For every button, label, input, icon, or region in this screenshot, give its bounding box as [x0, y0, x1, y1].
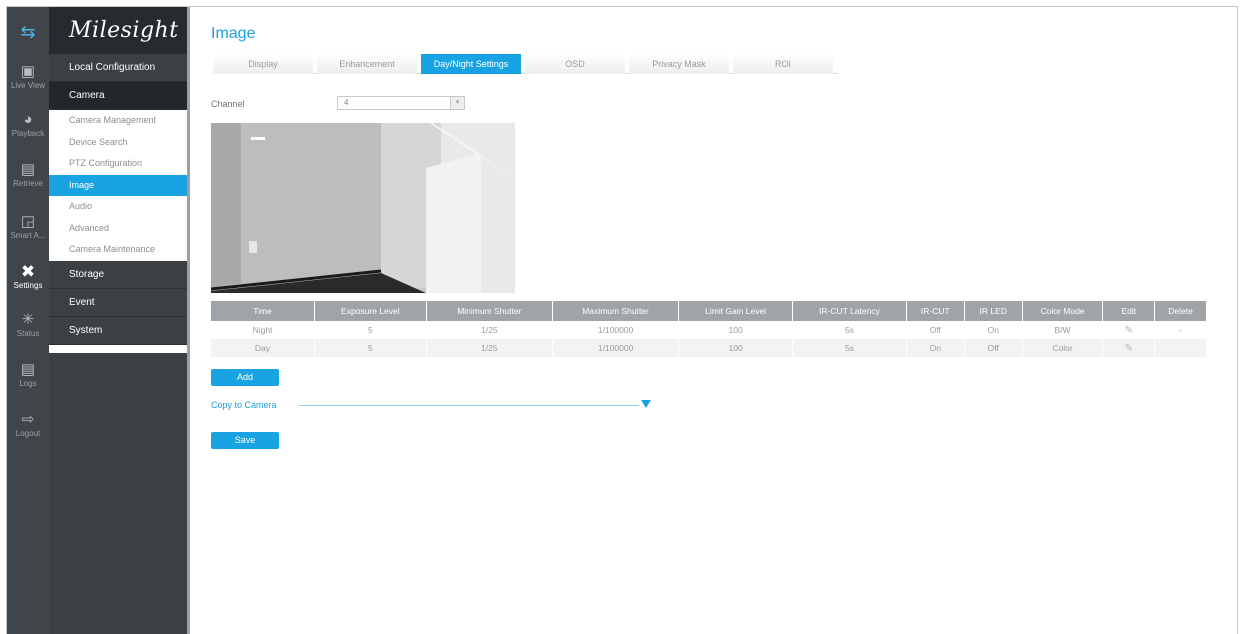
rail-settings[interactable]: ✖ Settings	[7, 263, 49, 291]
cell-time: Day	[211, 339, 315, 357]
cell-ir-led: On	[964, 321, 1023, 339]
menu-local-configuration[interactable]: Local Configuration	[49, 54, 187, 82]
monitor-icon: ▣	[20, 63, 36, 80]
col-ir-cut: IR-CUT	[906, 301, 965, 321]
playback-icon: ◕	[23, 111, 33, 128]
col-ir-cut-latency: IR-CUT Latency	[792, 301, 907, 321]
cell-color-mode: Color	[1022, 339, 1104, 357]
table-row: Night 5 1/25 1/100000 100 5s Off On B/W …	[211, 321, 1207, 339]
menu-camera-management[interactable]: Camera Management	[49, 110, 187, 132]
cell-maximum-shutter: 1/100000	[552, 339, 680, 357]
camera-preview	[211, 123, 515, 293]
table-header-row: Time Exposure Level Minimum Shutter Maxi…	[211, 301, 1207, 321]
milesight-logo: Milesight	[49, 7, 187, 54]
cell-edit: ✎	[1102, 339, 1156, 357]
col-color-mode: Color Mode	[1022, 301, 1104, 321]
status-icon: ✳	[21, 311, 35, 328]
save-button[interactable]: Save	[211, 432, 279, 449]
menu-device-search[interactable]: Device Search	[49, 132, 187, 154]
rail-retrieve[interactable]: ▤ Retrieve	[7, 161, 49, 189]
menu-storage[interactable]: Storage	[49, 260, 187, 289]
col-maximum-shutter: Maximum Shutter	[552, 301, 680, 321]
cell-ir-cut: On	[906, 339, 965, 357]
col-limit-gain-level: Limit Gain Level	[678, 301, 794, 321]
table-row: Day 5 1/25 1/100000 100 5s On Off Color …	[211, 339, 1207, 357]
cell-minimum-shutter: 1/25	[426, 321, 553, 339]
col-minimum-shutter: Minimum Shutter	[426, 301, 553, 321]
edit-icon[interactable]: ✎	[1125, 343, 1133, 354]
icon-rail: ⇆ ▣ Live View ◕ Playback ▤ Retrieve ◲ Sm…	[7, 7, 49, 634]
tab-privacy-mask[interactable]: Privacy Mask	[629, 54, 729, 74]
app-window: ⇆ ▣ Live View ◕ Playback ▤ Retrieve ◲ Sm…	[6, 6, 1238, 634]
menu-system[interactable]: System	[49, 316, 187, 345]
smart-analysis-icon: ◲	[20, 213, 36, 230]
tab-enhancement[interactable]: Enhancement	[317, 54, 417, 74]
rail-smart-analysis[interactable]: ◲ Smart A...	[7, 213, 49, 241]
tab-day-night-settings[interactable]: Day/Night Settings	[421, 54, 521, 74]
main-content: Image Display Enhancement Day/Night Sett…	[193, 7, 1237, 634]
cell-limit-gain-level: 100	[678, 321, 794, 339]
expand-triangle-icon[interactable]	[641, 400, 651, 408]
tab-bar: Display Enhancement Day/Night Settings O…	[213, 54, 837, 74]
logout-icon: ⇨	[21, 411, 35, 428]
add-button[interactable]: Add	[211, 369, 279, 386]
col-exposure-level: Exposure Level	[314, 301, 427, 321]
channel-label: Channel	[211, 99, 245, 109]
rail-logs[interactable]: ▤ Logs	[7, 361, 49, 389]
rail-logout[interactable]: ⇨ Logout	[7, 411, 49, 439]
menu-camera-maintenance[interactable]: Camera Maintenance	[49, 239, 187, 261]
cell-exposure-level: 5	[314, 339, 427, 357]
cell-delete[interactable]: -	[1154, 321, 1207, 339]
settings-icon: ✖	[20, 262, 36, 281]
tab-display[interactable]: Display	[213, 54, 313, 74]
cell-time: Night	[211, 321, 315, 339]
cell-exposure-level: 5	[314, 321, 427, 339]
cell-ir-cut-latency: 5s	[792, 321, 907, 339]
menu-image[interactable]: Image	[49, 174, 187, 196]
rail-live-view[interactable]: ▣ Live View	[7, 63, 49, 91]
camera-preview-image	[211, 123, 515, 293]
menu-filler	[49, 353, 187, 634]
col-edit: Edit	[1102, 301, 1156, 321]
menu-toggle-icon[interactable]: ⇆	[7, 7, 49, 57]
menu-audio[interactable]: Audio	[49, 196, 187, 218]
edit-icon[interactable]: ✎	[1125, 325, 1133, 336]
cell-ir-led: Off	[964, 339, 1023, 357]
cell-maximum-shutter: 1/100000	[552, 321, 680, 339]
menu-camera[interactable]: Camera	[49, 82, 187, 110]
col-delete: Delete	[1154, 301, 1207, 321]
day-night-table: Time Exposure Level Minimum Shutter Maxi…	[211, 301, 1207, 357]
cell-minimum-shutter: 1/25	[426, 339, 553, 357]
rail-playback[interactable]: ◕ Playback	[7, 111, 49, 139]
rail-status[interactable]: ✳ Status	[7, 311, 49, 339]
channel-value: 4	[344, 98, 349, 107]
menu-advanced[interactable]: Advanced	[49, 218, 187, 240]
cell-ir-cut: Off	[906, 321, 965, 339]
cell-limit-gain-level: 100	[678, 339, 794, 357]
channel-select[interactable]: 4 ▾	[337, 96, 465, 110]
logs-icon: ▤	[20, 361, 36, 378]
cell-delete[interactable]	[1154, 339, 1207, 357]
page-title: Image	[211, 25, 256, 42]
menu-ptz-configuration[interactable]: PTZ Configuration	[49, 153, 187, 175]
retrieve-icon: ▤	[20, 161, 36, 178]
cell-color-mode: B/W	[1022, 321, 1104, 339]
copy-to-camera-label[interactable]: Copy to Camera	[211, 400, 277, 410]
col-ir-led: IR LED	[964, 301, 1023, 321]
chevron-down-icon: ▾	[450, 97, 464, 109]
tab-roi[interactable]: ROI	[733, 54, 833, 74]
cell-edit: ✎	[1102, 321, 1156, 339]
cell-ir-cut-latency: 5s	[792, 339, 907, 357]
col-time: Time	[211, 301, 315, 321]
menu-event[interactable]: Event	[49, 288, 187, 317]
tab-osd[interactable]: OSD	[525, 54, 625, 74]
copy-to-camera-divider	[299, 405, 639, 406]
settings-menu: Milesight Local Configuration Camera Cam…	[49, 7, 190, 634]
